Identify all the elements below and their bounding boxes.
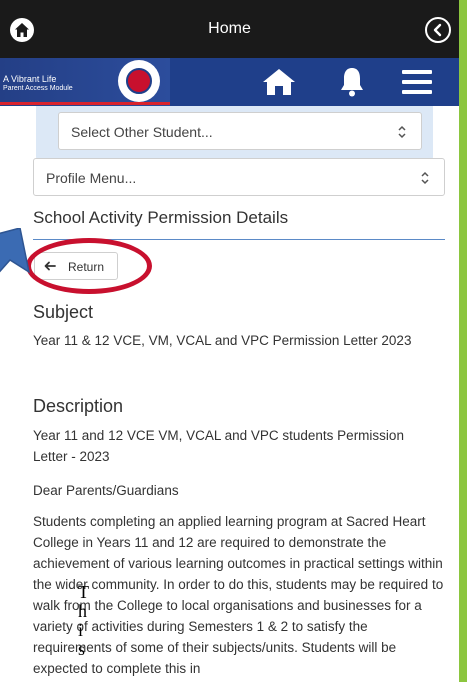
top-bar-title: Home (208, 20, 251, 37)
profile-menu-dropdown[interactable]: Profile Menu... (33, 158, 445, 196)
subject-heading: Subject (33, 302, 94, 322)
right-green-border (459, 0, 467, 682)
brand-underline (0, 102, 170, 105)
overlay-letter: h (78, 601, 87, 621)
overlay-letter: i (78, 620, 84, 640)
brand-area: A Vibrant Life Parent Access Module (0, 58, 170, 106)
subject-text: Year 11 & 12 VCE, VM, VCAL and VPC Permi… (33, 333, 412, 348)
description-intro: Year 11 and 12 VCE VM, VCAL and VPC stud… (33, 428, 404, 464)
top-navigation-bar: Home (0, 0, 459, 58)
description-salutation: Dear Parents/Guardians (33, 483, 179, 498)
select-other-student-dropdown[interactable]: Select Other Student... (58, 112, 422, 150)
app-header: A Vibrant Life Parent Access Module (0, 58, 459, 106)
overlay-letter: s (78, 639, 86, 659)
brand-module-name: Parent Access Module (3, 85, 73, 92)
notification-bell-icon[interactable] (339, 66, 365, 98)
page-title: School Activity Permission Details (33, 208, 289, 227)
select-updown-icon (398, 125, 406, 139)
annotation-red-circle (26, 238, 152, 294)
overlay-letter: T (78, 582, 89, 602)
back-button[interactable] (425, 17, 451, 43)
nav-home-icon[interactable] (262, 68, 296, 96)
description-body: Students completing an applied learning … (33, 514, 444, 676)
school-crest-logo (118, 60, 160, 102)
overlay-vertical-text: T h i s (78, 583, 89, 659)
hamburger-menu-icon[interactable] (402, 70, 432, 94)
brand-tagline: A Vibrant Life (3, 74, 57, 84)
app-frame: Home A Vibrant Life Parent Access Module (0, 0, 459, 682)
description-heading: Description (33, 396, 124, 416)
select-updown-icon (421, 171, 429, 185)
select-other-student-value: Select Other Student... (71, 124, 213, 140)
profile-menu-value: Profile Menu... (46, 170, 137, 186)
annotation-blue-arrow-icon (0, 228, 30, 274)
chevron-left-icon (433, 23, 442, 37)
